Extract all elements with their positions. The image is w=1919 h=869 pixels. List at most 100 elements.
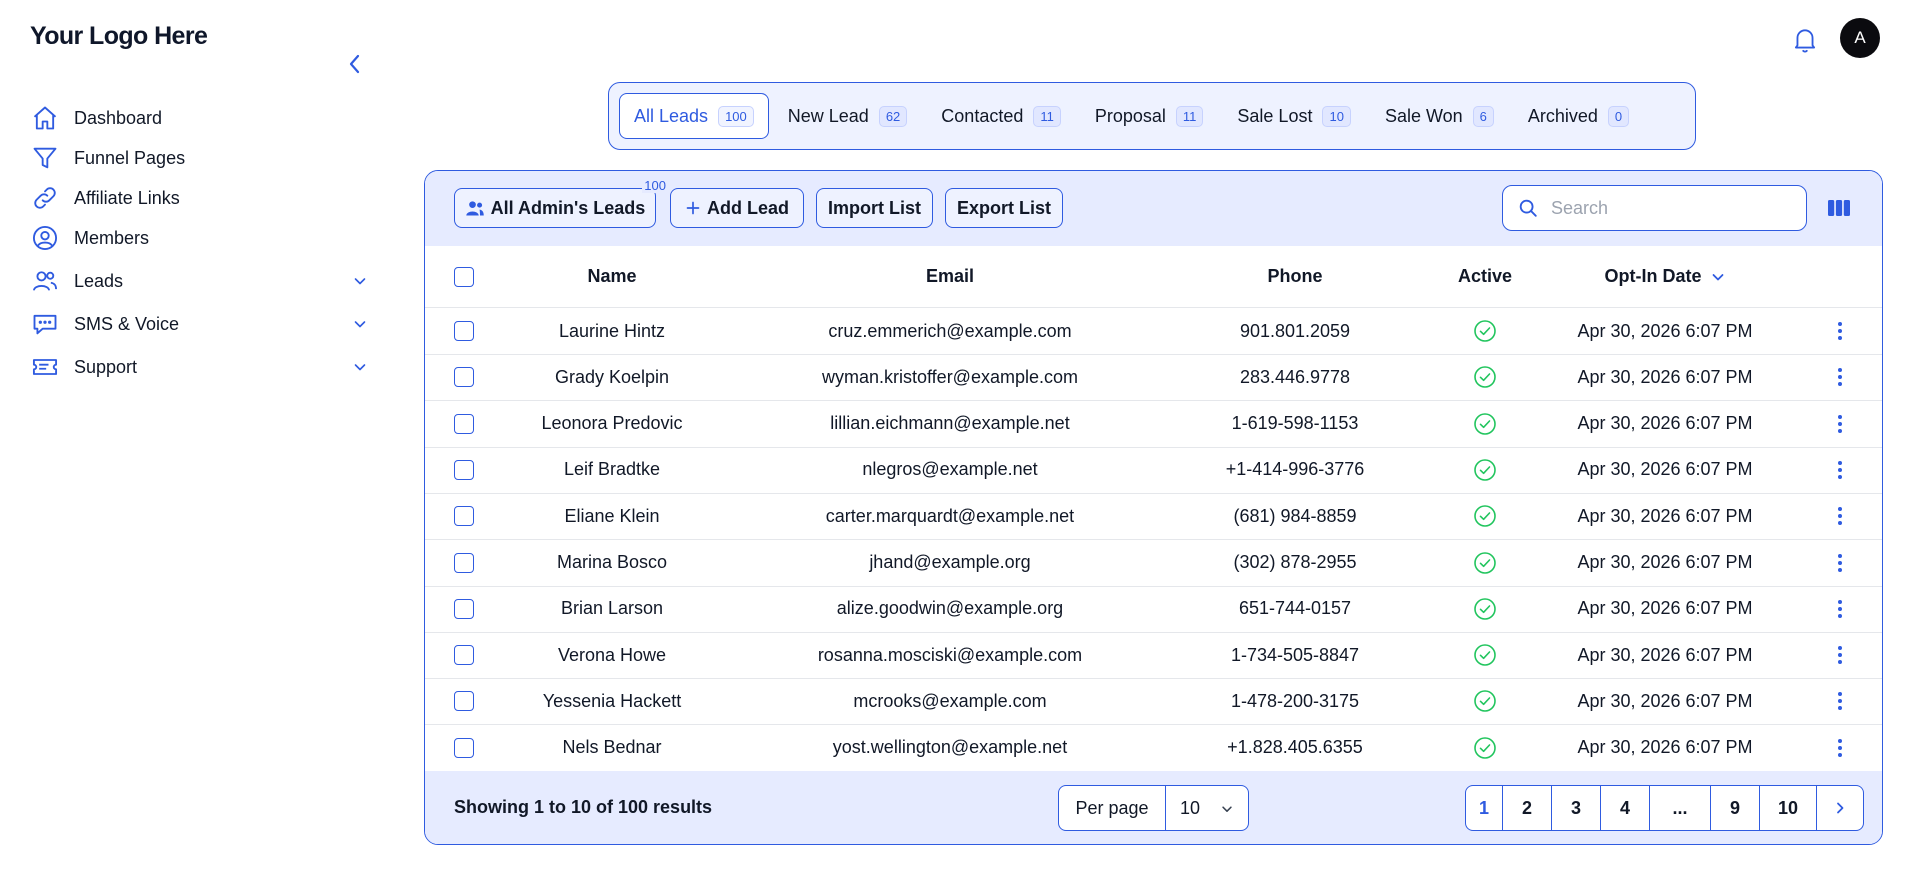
lead-name: Leonora Predovic bbox=[541, 413, 683, 434]
row-checkbox[interactable] bbox=[454, 459, 474, 480]
notifications-button[interactable] bbox=[1792, 26, 1818, 54]
row-actions-button[interactable] bbox=[1825, 540, 1855, 586]
column-header-optin-date[interactable]: Opt-In Date bbox=[1545, 246, 1785, 307]
row-actions-button[interactable] bbox=[1825, 354, 1855, 400]
sidebar-item-label: Affiliate Links bbox=[74, 187, 180, 208]
lead-email: rosanna.mosciski@example.com bbox=[817, 644, 1083, 665]
table-header: Name Email Phone Active Opt-In Date bbox=[425, 246, 1882, 308]
table-row[interactable]: Verona Howe rosanna.mosciski@example.com 1… bbox=[425, 632, 1882, 680]
per-page-value: 10 bbox=[1180, 797, 1201, 818]
column-settings-button[interactable] bbox=[1827, 198, 1851, 218]
tab-contacted[interactable]: Contacted 11 bbox=[926, 93, 1076, 139]
avatar[interactable]: A bbox=[1840, 18, 1880, 58]
tab-sale-won[interactable]: Sale Won 6 bbox=[1370, 93, 1509, 139]
lead-optin-date: Apr 30, 2026 6:07 PM bbox=[1577, 737, 1753, 758]
sidebar-item-funnel-pages[interactable]: Funnel Pages bbox=[30, 141, 370, 175]
lead-name: Laurine Hintz bbox=[558, 320, 666, 341]
sidebar-item-label: SMS & Voice bbox=[74, 313, 180, 334]
column-header-active[interactable]: Active bbox=[1425, 246, 1545, 307]
tab-count-badge: 100 bbox=[718, 105, 754, 127]
table-row[interactable]: Brian Larson alize.goodwin@example.org 651… bbox=[425, 586, 1882, 633]
row-checkbox[interactable] bbox=[454, 413, 474, 434]
row-actions-button[interactable] bbox=[1825, 725, 1855, 771]
tab-archived[interactable]: Archived 0 bbox=[1513, 93, 1644, 139]
sidebar-item-affiliate-links[interactable]: Affiliate Links bbox=[30, 181, 370, 215]
sidebar-item-support[interactable]: Support bbox=[30, 350, 370, 384]
select-all-checkbox[interactable] bbox=[454, 266, 474, 287]
row-actions-button[interactable] bbox=[1825, 493, 1855, 539]
sidebar-item-sms-voice[interactable]: SMS & Voice bbox=[30, 307, 370, 341]
sidebar-item-dashboard[interactable]: Dashboard bbox=[30, 101, 370, 135]
table-row[interactable]: Eliane Klein carter.marquardt@example.net… bbox=[425, 493, 1882, 541]
page-button[interactable]: 10 bbox=[1760, 786, 1817, 830]
column-header-email[interactable]: Email bbox=[749, 246, 1151, 307]
import-list-button[interactable]: Import List bbox=[816, 188, 933, 228]
column-header-name[interactable]: Name bbox=[537, 246, 687, 307]
tab-sale-lost[interactable]: Sale Lost 10 bbox=[1222, 93, 1366, 139]
row-checkbox[interactable] bbox=[454, 691, 474, 712]
row-select-cell bbox=[451, 354, 477, 400]
row-checkbox[interactable] bbox=[454, 737, 474, 758]
lead-name: Eliane Klein bbox=[564, 505, 660, 526]
tab-new-lead[interactable]: New Lead 62 bbox=[773, 93, 923, 139]
page-button[interactable]: 4 bbox=[1601, 786, 1650, 830]
search-input[interactable] bbox=[1549, 196, 1783, 220]
lead-active-status bbox=[1425, 354, 1545, 400]
row-checkbox[interactable] bbox=[454, 506, 474, 527]
more-vertical-icon bbox=[1838, 738, 1842, 757]
row-actions-button[interactable] bbox=[1825, 401, 1855, 447]
tab-all-leads[interactable]: All Leads 100 bbox=[619, 93, 769, 139]
page-button[interactable]: 3 bbox=[1552, 786, 1601, 830]
table-row[interactable]: Grady Koelpin wyman.kristoffer@example.co… bbox=[425, 354, 1882, 402]
row-checkbox[interactable] bbox=[454, 598, 474, 619]
table-row[interactable]: Leif Bradtke nlegros@example.net +1-414-99… bbox=[425, 447, 1882, 494]
collapse-sidebar-button[interactable] bbox=[343, 50, 367, 78]
table-row[interactable]: Marina Bosco jhand@example.org (302) 878-2… bbox=[425, 540, 1882, 587]
all-admin-leads-button[interactable]: All Admin's Leads 100 bbox=[454, 178, 668, 228]
chevron-right-icon bbox=[1837, 802, 1844, 814]
row-select-cell bbox=[451, 308, 477, 354]
table-row[interactable]: Nels Bednar yost.wellington@example.net +1… bbox=[425, 725, 1882, 772]
page-button[interactable]: 1 bbox=[1466, 786, 1503, 830]
search-icon bbox=[1519, 199, 1537, 217]
export-list-button[interactable]: Export List bbox=[945, 188, 1063, 228]
page-button[interactable]: 9 bbox=[1711, 786, 1760, 830]
row-checkbox[interactable] bbox=[454, 367, 474, 388]
row-actions-button[interactable] bbox=[1825, 586, 1855, 632]
lead-email: jhand@example.org bbox=[869, 552, 1031, 572]
select-all-cell bbox=[451, 246, 477, 307]
table-row[interactable]: Yessenia Hackett mcrooks@example.com 1-478… bbox=[425, 678, 1882, 726]
lead-email: carter.marquardt@example.net bbox=[825, 505, 1075, 526]
row-checkbox[interactable] bbox=[454, 645, 474, 666]
table-row[interactable]: Leonora Predovic lillian.eichmann@example… bbox=[425, 401, 1882, 448]
table-row[interactable]: Laurine Hintz cruz.emmerich@example.com 90… bbox=[425, 308, 1882, 355]
sidebar-item-leads[interactable]: Leads bbox=[30, 264, 370, 298]
lead-optin-date: Apr 30, 2026 6:07 PM bbox=[1577, 459, 1753, 480]
pagination: 1 2 3 4... 9 10 bbox=[1465, 785, 1864, 831]
row-actions-button[interactable] bbox=[1825, 678, 1855, 724]
next-page-button[interactable] bbox=[1817, 786, 1863, 830]
row-actions-button[interactable] bbox=[1825, 632, 1855, 678]
lead-active-status bbox=[1425, 678, 1545, 724]
lead-active-status bbox=[1425, 540, 1545, 586]
row-actions-button[interactable] bbox=[1825, 308, 1855, 354]
column-header-phone[interactable]: Phone bbox=[1195, 246, 1395, 307]
chevron-left-icon bbox=[349, 54, 360, 74]
row-actions-button[interactable] bbox=[1825, 447, 1855, 493]
row-checkbox[interactable] bbox=[454, 321, 474, 341]
tab-proposal[interactable]: Proposal 11 bbox=[1080, 93, 1219, 139]
lead-phone: (681) 984-8859 bbox=[1233, 505, 1357, 526]
sort-chevron-down-icon bbox=[1712, 273, 1723, 280]
sidebar-item-members[interactable]: Members bbox=[30, 221, 370, 255]
tab-label: All Leads bbox=[634, 105, 709, 126]
funnel-icon bbox=[30, 143, 60, 173]
tab-label: Archived bbox=[1527, 105, 1598, 126]
row-checkbox[interactable] bbox=[454, 552, 474, 573]
page-button[interactable]: 2 bbox=[1503, 786, 1552, 830]
lead-email: cruz.emmerich@example.com bbox=[828, 320, 1072, 341]
per-page-select[interactable]: 10 bbox=[1166, 786, 1248, 830]
add-lead-button[interactable]: Add Lead bbox=[670, 188, 804, 228]
lead-phone: 901.801.2059 bbox=[1239, 320, 1351, 341]
active-check-icon bbox=[1474, 597, 1496, 620]
active-check-icon bbox=[1474, 690, 1496, 713]
